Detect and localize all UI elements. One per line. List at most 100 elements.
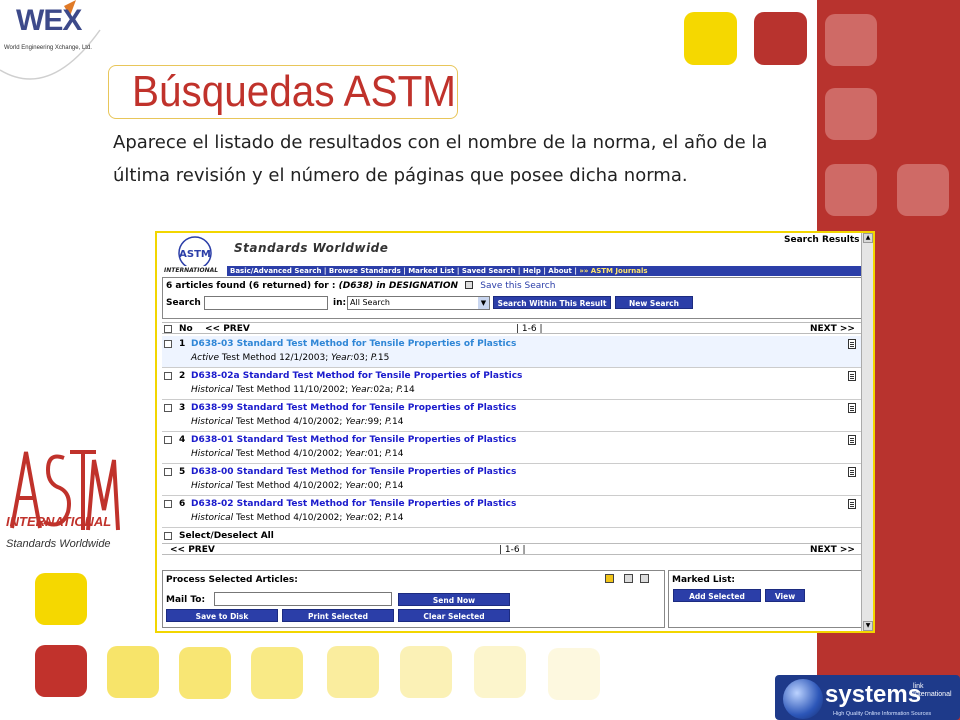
row-checkbox[interactable] (164, 404, 172, 412)
row-checkbox[interactable] (164, 340, 172, 348)
systems-link-sub2: International (913, 691, 952, 698)
row-checkbox[interactable] (164, 436, 172, 444)
row-title-link[interactable]: D638-02 Standard Test Method for Tensile… (191, 499, 516, 509)
deco-square-yellow-top (684, 12, 737, 65)
page-range: | 1-6 | (516, 324, 543, 334)
systems-link-sub: link International (913, 683, 952, 699)
mail-to-input[interactable] (214, 592, 392, 606)
row-number: 4 (179, 435, 186, 445)
row-status: Historical (191, 449, 234, 459)
row-checkbox[interactable] (164, 372, 172, 380)
row-number: 2 (179, 371, 186, 381)
row-year: 03; (353, 353, 368, 363)
slide-title: Búsquedas ASTM (132, 67, 457, 116)
no-column-header: No (179, 324, 193, 334)
nav-links[interactable]: Basic/Advanced Search | Browse Standards… (230, 267, 577, 275)
scroll-down-icon[interactable]: ▼ (863, 621, 873, 631)
row-title-link[interactable]: D638-99 Standard Test Method for Tensile… (191, 403, 516, 413)
row-number: 6 (179, 499, 186, 509)
astm-logo-mark (10, 450, 120, 531)
send-now-button[interactable]: Send Now (398, 593, 510, 606)
email-icon[interactable] (640, 574, 649, 583)
search-within-button[interactable]: Search Within This Result (493, 296, 611, 309)
view-marked-button[interactable]: View (765, 589, 805, 602)
add-selected-button[interactable]: Add Selected (673, 589, 761, 602)
deco-square-fade-3 (251, 647, 303, 699)
save-to-disk-button[interactable]: Save to Disk (166, 609, 278, 622)
found-prefix: 6 articles found (6 returned) for : (166, 281, 336, 291)
table-row: 3 D638-99 Standard Test Method for Tensil… (162, 400, 862, 432)
document-icon[interactable] (848, 499, 856, 509)
pager-bottom: << PREV | 1-6 | NEXT >> (162, 543, 862, 555)
save-search-icon[interactable] (465, 281, 474, 289)
row-year-label: Year: (345, 417, 368, 427)
next-link[interactable]: NEXT >> (810, 323, 855, 335)
table-row: 1 D638-03 Standard Test Method for Tensil… (162, 336, 862, 368)
astm-logo-international: INTERNATIONAL (6, 514, 112, 529)
select-all-checkbox[interactable] (164, 532, 172, 540)
deco-square-yellow-left (35, 573, 87, 625)
systems-link-tagline: High Quality Online Information Sources (833, 711, 932, 717)
prev-link-bottom[interactable]: << PREV (170, 544, 215, 556)
print-icon[interactable] (624, 574, 633, 583)
search-scope-select[interactable]: All Search ▼ (347, 296, 490, 310)
select-all-label[interactable]: Select/Deselect All (179, 531, 274, 541)
deco-square-fade-5 (400, 646, 452, 698)
print-selected-button[interactable]: Print Selected (282, 609, 394, 622)
save-search-link[interactable]: Save this Search (480, 281, 555, 291)
row-pages-label: P. (384, 513, 393, 523)
svg-text:ASTM: ASTM (179, 249, 211, 260)
row-year: 01; (367, 449, 383, 459)
marked-list-heading: Marked List: (672, 575, 735, 585)
document-icon[interactable] (848, 339, 856, 349)
row-title-link[interactable]: D638-03 Standard Test Method for Tensile… (191, 339, 516, 349)
row-checkbox[interactable] (164, 468, 172, 476)
row-meta: Historical Test Method 4/10/2002; Year:0… (191, 513, 403, 523)
row-checkbox[interactable] (164, 500, 172, 508)
astm-logo-tagline: Standards Worldwide (6, 538, 111, 550)
row-pages: 14 (392, 449, 404, 459)
next-link-bottom[interactable]: NEXT >> (810, 544, 855, 556)
deco-square-fade-7 (548, 648, 600, 700)
search-input[interactable] (204, 296, 328, 310)
document-icon[interactable] (848, 371, 856, 381)
in-label: in: (333, 298, 347, 308)
table-row: 6 D638-02 Standard Test Method for Tensil… (162, 496, 862, 528)
scroll-up-icon[interactable]: ▲ (863, 233, 873, 243)
results-table: No << PREV | 1-6 | NEXT >> 1 D638-03 Stan… (162, 322, 862, 567)
globe-icon (783, 679, 823, 719)
deco-square-red-bottom (35, 645, 87, 697)
process-heading: Process Selected Articles: (166, 575, 298, 585)
prev-link[interactable]: << PREV (205, 323, 250, 335)
astm-search-screenshot: ASTM Standards Worldwide Search Results … (155, 231, 875, 633)
row-title-link[interactable]: D638-01 Standard Test Method for Tensile… (191, 435, 516, 445)
row-meta: Historical Test Method 11/10/2002; Year:… (191, 385, 415, 395)
systems-link-logo: systems link International High Quality … (775, 675, 960, 720)
row-pages: 14 (392, 481, 404, 491)
save-disk-icon[interactable] (605, 574, 614, 583)
systems-link-sub1: link (913, 683, 924, 690)
document-icon[interactable] (848, 467, 856, 477)
page-range-bottom: | 1-6 | (499, 545, 526, 555)
row-meta: Historical Test Method 4/10/2002; Year:0… (191, 449, 403, 459)
header-intl-badge: INTERNATIONAL (162, 266, 227, 276)
deco-square-fade-2 (179, 647, 231, 699)
row-pages: 14 (403, 385, 415, 395)
deco-square-fade-1 (107, 646, 159, 698)
nav-journals-link[interactable]: »» ASTM Journals (579, 267, 647, 275)
document-icon[interactable] (848, 403, 856, 413)
row-method-date: Test Method 4/10/2002; (236, 449, 343, 459)
wex-logo: WEX World Engineering Xchange, Ltd. (0, 0, 110, 85)
select-all-checkbox-top[interactable] (164, 325, 172, 333)
row-title-link[interactable]: D638-02a Standard Test Method for Tensil… (191, 371, 522, 381)
row-pages-label: P. (384, 449, 393, 459)
document-icon[interactable] (848, 435, 856, 445)
row-pages: 14 (392, 513, 404, 523)
nav-bar: Basic/Advanced Search | Browse Standards… (162, 266, 862, 276)
new-search-button[interactable]: New Search (615, 296, 693, 309)
row-title-link[interactable]: D638-00 Standard Test Method for Tensile… (191, 467, 516, 477)
clear-selected-button[interactable]: Clear Selected (398, 609, 510, 622)
search-panel: 6 articles found (6 returned) for : (D63… (162, 277, 862, 319)
vertical-scrollbar[interactable]: ▲ ▼ (861, 233, 873, 631)
chevron-down-icon[interactable]: ▼ (478, 297, 489, 309)
